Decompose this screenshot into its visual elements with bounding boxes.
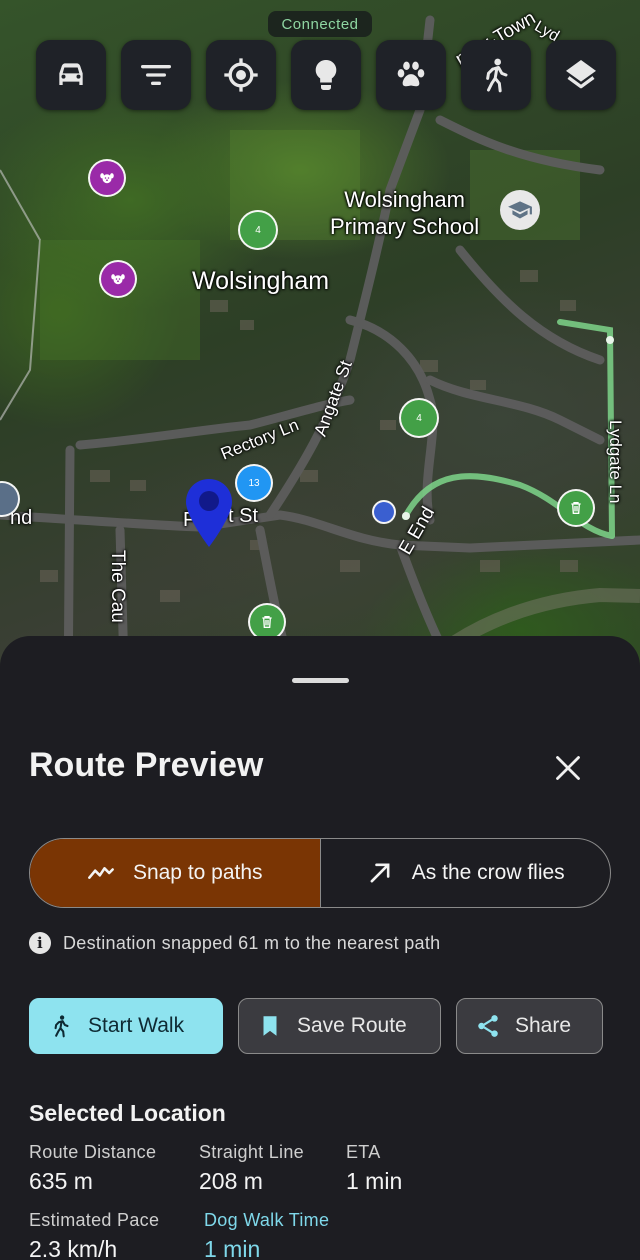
close-icon: [556, 756, 580, 780]
cluster-marker[interactable]: 4: [240, 212, 276, 248]
crow-flies-label: As the crow flies: [411, 861, 565, 884]
estimated-pace-stat: Estimated Pace 2.3 km/h: [29, 1210, 159, 1260]
school-line-2: Primary School: [330, 214, 480, 239]
waste-bin-marker[interactable]: [559, 491, 593, 525]
lightbulb-icon: [315, 59, 337, 90]
map-view[interactable]: Wolsingham Wolsingham Primary School Rec…: [0, 0, 640, 700]
route-distance-value: 635 m: [29, 1168, 93, 1194]
cluster-marker[interactable]: 13: [237, 466, 271, 500]
save-route-button[interactable]: Save Route: [238, 998, 441, 1054]
connection-status-badge: Connected: [268, 11, 372, 37]
start-walk-button[interactable]: Start Walk: [29, 998, 223, 1054]
drag-handle[interactable]: [292, 678, 349, 683]
straight-line-label: Straight Line: [199, 1142, 304, 1162]
snap-to-paths-option[interactable]: Snap to paths: [30, 839, 321, 907]
share-button[interactable]: Share: [456, 998, 603, 1054]
walking-icon: [486, 58, 508, 93]
dog-walk-time-value: 1 min: [204, 1236, 261, 1260]
selected-location-title: Selected Location: [29, 1100, 226, 1126]
route-distance-stat: Route Distance 635 m: [29, 1142, 156, 1195]
route-preview-sheet: Route Preview Snap to paths As the crow …: [0, 636, 640, 1260]
car-icon: [59, 63, 83, 85]
route-mode-toggle: Snap to paths As the crow flies: [29, 838, 611, 908]
cluster-marker[interactable]: 4: [401, 400, 437, 436]
dog-poi-marker[interactable]: [101, 262, 135, 296]
layers-button[interactable]: [546, 40, 616, 110]
bookmark-icon: [263, 1016, 277, 1036]
map-label-town: Wolsingham: [192, 267, 330, 295]
car-mode-button[interactable]: [36, 40, 106, 110]
snap-info-row: i Destination snapped 61 m to the neares…: [29, 932, 440, 954]
straight-line-stat: Straight Line 208 m: [199, 1142, 304, 1195]
action-buttons: Start Walk Save Route Share: [29, 998, 603, 1054]
bin-icon: [571, 502, 581, 514]
waste-bin-marker[interactable]: [250, 605, 284, 639]
destination-pin-icon[interactable]: [184, 477, 234, 549]
snap-info-text: Destination snapped 61 m to the nearest …: [63, 932, 441, 953]
map-toolbar: [36, 40, 616, 110]
straight-line-value: 208 m: [199, 1168, 263, 1194]
share-label: Share: [515, 1014, 572, 1037]
trend-line-icon: [87, 867, 114, 879]
walking-icon: [54, 1015, 69, 1038]
info-icon: i: [29, 932, 51, 954]
map-label-school: Wolsingham Primary School: [330, 186, 479, 240]
eta-label: ETA: [346, 1142, 381, 1162]
map-label-lydgate-ln: Lydgate Ln: [606, 420, 625, 504]
school-line-1: Wolsingham: [344, 187, 465, 212]
eta-stat: ETA 1 min: [346, 1142, 402, 1195]
dog-poi-marker[interactable]: [90, 161, 124, 195]
route-distance-label: Route Distance: [29, 1142, 157, 1162]
estimated-pace-label: Estimated Pace: [29, 1210, 160, 1230]
tips-button[interactable]: [291, 40, 361, 110]
dog-face-icon: [111, 274, 125, 285]
crow-flies-option[interactable]: As the crow flies: [321, 839, 611, 907]
snap-to-paths-label: Snap to paths: [132, 861, 263, 884]
estimated-pace-value: 2.3 km/h: [29, 1236, 118, 1260]
dog-walk-time-label: Dog Walk Time: [204, 1210, 330, 1230]
share-icon: [478, 1015, 498, 1037]
pets-button[interactable]: [376, 40, 446, 110]
filter-button[interactable]: [121, 40, 191, 110]
eta-value: 1 min: [346, 1168, 403, 1194]
bin-icon: [262, 616, 272, 628]
my-location-button[interactable]: [206, 40, 276, 110]
my-location-icon: [224, 58, 258, 92]
current-location-dot: [374, 502, 394, 522]
start-walk-label: Start Walk: [88, 1014, 185, 1037]
close-button[interactable]: [548, 748, 588, 788]
map-label-causeway: The Cau: [107, 550, 128, 623]
map-label-nd: nd: [10, 507, 33, 529]
arrow-north-east-icon: [370, 863, 390, 883]
school-poi-icon[interactable]: [500, 190, 540, 230]
layers-icon: [566, 60, 596, 89]
dog-walk-time-stat: Dog Walk Time 1 min: [204, 1210, 329, 1260]
sheet-title: Route Preview: [29, 746, 264, 784]
dog-face-icon: [100, 173, 114, 184]
save-route-label: Save Route: [297, 1014, 407, 1037]
paw-icon: [397, 61, 425, 87]
walk-mode-button[interactable]: [461, 40, 531, 110]
filter-icon: [141, 65, 171, 86]
